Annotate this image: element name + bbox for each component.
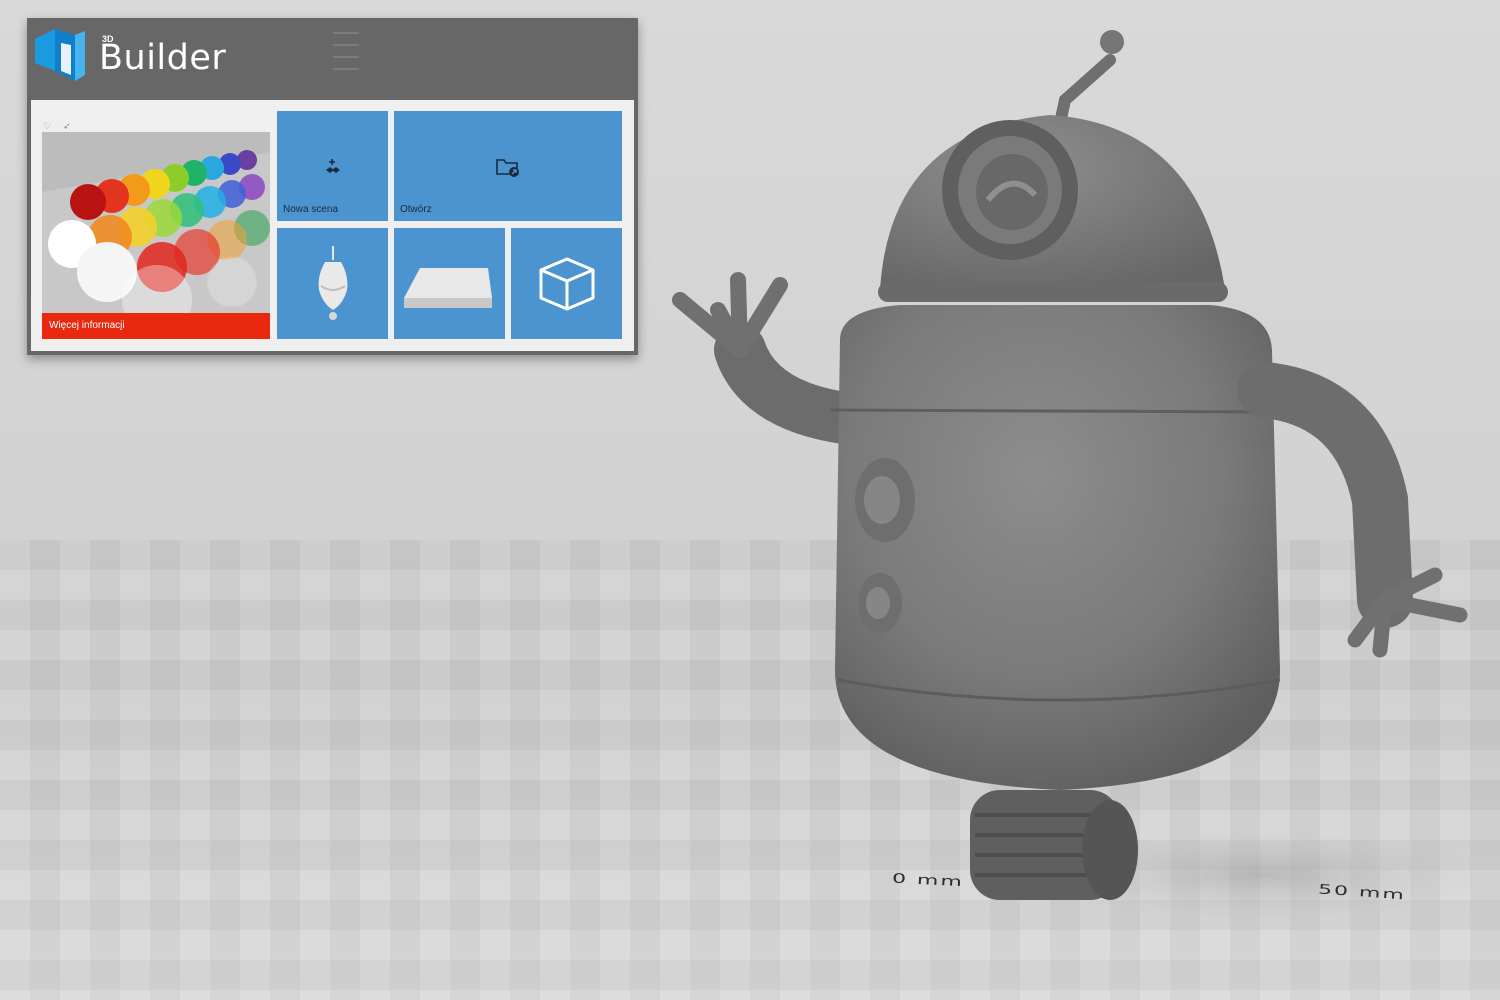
app-title: Builder [99,38,227,78]
new-scene-label: Nowa scena [283,204,339,215]
new-scene-icon [326,159,340,173]
glass-spheres-image [42,132,270,339]
folder-open-icon [496,159,519,177]
open-tile[interactable]: Otwórz [394,111,622,221]
send-icon[interactable]: ➶ [63,122,72,131]
header-faint-text [327,22,387,92]
promo-label: Więcej informacji [49,320,125,331]
lightbulb-model-tile[interactable] [277,228,388,339]
panel-mini-icons: ♡ ➶ [43,116,83,131]
start-panel: ♡ ➶ Więcej informacji Nowa scena Otwórz [31,100,634,351]
lightbulb-model-thumbnail [318,246,348,320]
promo-tile[interactable]: Więcej informacji [42,132,270,339]
cube-tile[interactable] [511,228,622,339]
builder-start-window: 3D Builder ♡ ➶ Więcej informacji Nowa sc… [27,18,638,355]
open-label: Otwórz [400,204,432,215]
new-scene-tile[interactable]: Nowa scena [277,111,388,221]
like-icon[interactable]: ♡ [43,122,52,131]
plate-model-tile[interactable] [394,228,505,339]
promo-label-bar[interactable]: Więcej informacji [42,313,270,339]
plate-model-thumbnail [404,268,492,308]
app-header: 3D Builder [27,18,638,100]
robot-3d-model[interactable] [640,20,1500,1000]
cube-icon [539,257,595,311]
3d-builder-logo-icon [35,29,85,81]
